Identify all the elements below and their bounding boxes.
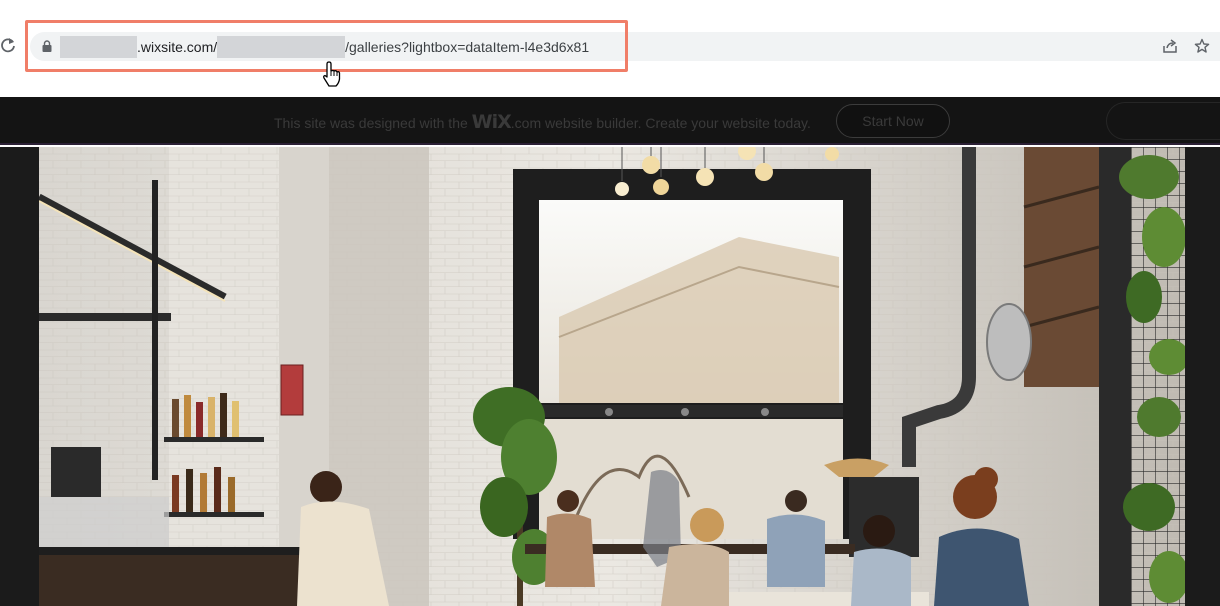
lightbox-image <box>39 147 1185 606</box>
wix-ad-banner: This site was designed with the WiX.com … <box>0 97 1220 145</box>
browser-toolbar: .wixsite.com/ /galleries?lightbox=dataIt… <box>0 0 1220 97</box>
banner-secondary-button[interactable] <box>1106 102 1220 140</box>
cafe-photo <box>39 147 1185 606</box>
banner-text: This site was designed with the WiX.com … <box>274 111 811 133</box>
star-icon[interactable] <box>1194 38 1210 54</box>
wix-logo: WiX <box>471 111 512 133</box>
start-now-button[interactable]: Start Now <box>836 104 950 138</box>
hand-pointer-icon <box>323 61 341 87</box>
banner-text-before: This site was designed with the <box>274 115 472 131</box>
banner-text-after: .com website builder. Create your websit… <box>510 115 811 131</box>
reload-icon[interactable] <box>0 36 16 54</box>
share-icon[interactable] <box>1162 38 1178 54</box>
